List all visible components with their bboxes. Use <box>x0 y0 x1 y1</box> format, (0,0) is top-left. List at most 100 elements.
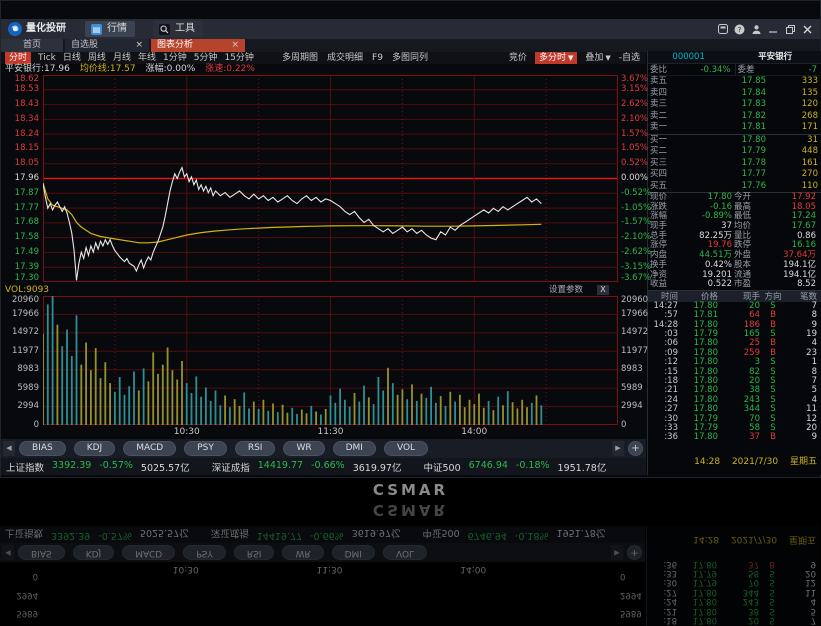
tab-close-icon[interactable]: × <box>231 39 239 52</box>
index-item-上证指数[interactable]: 上证指数3392.39-0.57%5025.57亿 <box>6 460 198 474</box>
percent-tick-label: 3.67% <box>621 75 645 84</box>
toolbar-多分时[interactable]: 多分时▼ <box>535 52 577 64</box>
toolbar--自选[interactable]: -自选 <box>619 52 640 64</box>
period-5分钟[interactable]: 5分钟 <box>194 52 218 64</box>
book-row[interactable]: 卖三17.83120 <box>648 99 821 111</box>
period-日线[interactable]: 日线 <box>63 52 81 64</box>
percent-tick-label: 2.10% <box>621 115 645 124</box>
stat-row: 收益0.522市盈8.52 <box>648 280 821 290</box>
price-tick-label: 18.34 <box>1 115 39 124</box>
index-name: 深证成指 <box>212 460 250 474</box>
book-row[interactable]: 买二17.79448 <box>648 146 821 158</box>
period-周线[interactable]: 周线 <box>88 52 106 64</box>
time-tick-10:30: 10:30 <box>174 427 200 437</box>
book-price: 17.84 <box>676 88 766 100</box>
index-pct: -0.57% <box>99 460 133 474</box>
tab-close-icon[interactable]: × <box>135 39 143 52</box>
price-tick-label: 17.30 <box>1 274 39 283</box>
view-成交明细[interactable]: 成交明细 <box>327 52 363 64</box>
caret-down-icon: ▼ <box>605 54 610 62</box>
book-price: 17.85 <box>676 76 766 88</box>
clock-weekday: 星期五 <box>790 457 817 467</box>
stock-header[interactable]: 000001 平安银行 <box>648 51 821 64</box>
index-item-中证500[interactable]: 中证5006746.94-0.18%1951.78亿 <box>423 460 614 474</box>
book-row[interactable]: 买一17.8031 <box>648 135 821 147</box>
view-多周期图[interactable]: 多周期图 <box>282 52 318 64</box>
indicator-pill-BIAS[interactable]: BIAS <box>19 441 66 456</box>
book-row[interactable]: 卖五17.85333 <box>648 76 821 88</box>
scene-top: 量化投研 ▤ 行情 工具 ? <box>0 0 821 500</box>
book-row[interactable]: 卖四17.84135 <box>648 88 821 100</box>
user-icon[interactable] <box>748 21 765 37</box>
period-年线[interactable]: 年线 <box>138 52 156 64</box>
period-Tick[interactable]: Tick <box>38 52 56 64</box>
toolbar-叠加[interactable]: 叠加▼ <box>585 52 610 64</box>
indicator-pill-PSY[interactable]: PSY <box>184 441 227 456</box>
intraday-price-chart[interactable] <box>43 75 618 282</box>
book-level-label: 买五 <box>650 181 676 193</box>
price-tick-label: 17.49 <box>1 248 39 257</box>
index-amount: 5025.57亿 <box>141 460 190 474</box>
menu-tools[interactable]: 工具 <box>153 21 203 37</box>
book-price: 17.81 <box>676 122 766 134</box>
volume-close-button[interactable]: X <box>597 285 609 295</box>
period-分时[interactable]: 分时 <box>5 52 31 64</box>
book-price: 17.76 <box>676 181 766 193</box>
indicator-pill-WR[interactable]: WR <box>283 441 324 456</box>
book-row[interactable]: 买五17.76110 <box>648 181 821 193</box>
book-row[interactable]: 买四17.77270 <box>648 169 821 181</box>
indicator-pills: BIAS KDJ MACD PSY RSI WR DMI VOL <box>19 441 436 456</box>
tab-label: 图表分析 <box>157 39 193 52</box>
price-tick-label: 17.68 <box>1 218 39 227</box>
trade-row[interactable]: :3617.8037B9 <box>648 433 821 442</box>
volume-chart[interactable] <box>43 296 618 425</box>
minimize-button[interactable] <box>765 21 782 37</box>
indicator-pill-DMI[interactable]: DMI <box>333 441 376 456</box>
period-15分钟[interactable]: 15分钟 <box>224 52 253 64</box>
vol-tick-label-left: 5989 <box>1 384 39 393</box>
book-volume: 268 <box>766 111 818 123</box>
book-price: 17.80 <box>676 135 766 147</box>
view-多图同列[interactable]: 多图同列 <box>392 52 428 64</box>
index-value: 3392.39 <box>52 460 91 474</box>
percent-tick-label: 0.52% <box>621 159 645 168</box>
tab-3[interactable]: 图表分析 × <box>151 39 245 52</box>
quote-info-line: 平安银行:17.96均价线:17.57涨幅:0.00%涨速:0.22% <box>5 64 265 75</box>
book-row[interactable]: 买三17.78161 <box>648 158 821 170</box>
book-row[interactable]: 卖二17.82268 <box>648 111 821 123</box>
period-1分钟[interactable]: 1分钟 <box>163 52 187 64</box>
indicator-pill-MACD[interactable]: MACD <box>123 441 176 456</box>
tab-label: 首页 <box>23 39 41 52</box>
scroll-left-icon[interactable]: ◀ <box>3 441 15 456</box>
toolbar-竞价[interactable]: 竞价 <box>509 52 527 64</box>
index-name: 中证500 <box>423 460 460 474</box>
tab-2[interactable]: 自选股× <box>65 39 149 52</box>
book-price: 17.79 <box>676 146 766 158</box>
trade-hands: 37 <box>718 433 760 442</box>
tab-1[interactable]: 首页 <box>1 39 63 52</box>
index-pct: -0.18% <box>516 460 550 474</box>
menu-quote[interactable]: ▤ 行情 <box>85 21 135 37</box>
book-level-label: 买二 <box>650 146 676 158</box>
volume-settings-button[interactable]: 设置参数 <box>549 284 583 296</box>
price-tick-label: 17.87 <box>1 189 39 198</box>
close-button[interactable] <box>799 21 816 37</box>
scroll-right-icon[interactable]: ▶ <box>612 441 624 456</box>
indicator-pill-RSI[interactable]: RSI <box>235 441 276 456</box>
indicator-pill-VOL[interactable]: VOL <box>384 441 428 456</box>
theme-icon[interactable] <box>714 21 731 37</box>
window-reflection: 量化投研 ▤ 行情 工具 ? <box>0 500 821 626</box>
period-月线[interactable]: 月线 <box>113 52 131 64</box>
add-indicator-button[interactable]: + <box>628 441 643 456</box>
help-icon[interactable]: ? <box>731 21 748 37</box>
vol-tick-label-right: 20960 <box>621 296 645 305</box>
clock: 14:28 2021/7/30 星期五 <box>685 454 817 467</box>
index-item-深证成指[interactable]: 深证成指14419.77-0.66%3619.97亿 <box>212 460 410 474</box>
maximize-button[interactable] <box>782 21 799 37</box>
indicator-pill-KDJ[interactable]: KDJ <box>74 441 116 456</box>
view-F9[interactable]: F9 <box>372 52 383 64</box>
book-row[interactable]: 卖一17.81171 <box>648 122 821 134</box>
info-segment: 涨速:0.22% <box>205 64 255 75</box>
book-volume: 161 <box>766 158 818 170</box>
stat-value: 0.522 <box>682 280 734 290</box>
